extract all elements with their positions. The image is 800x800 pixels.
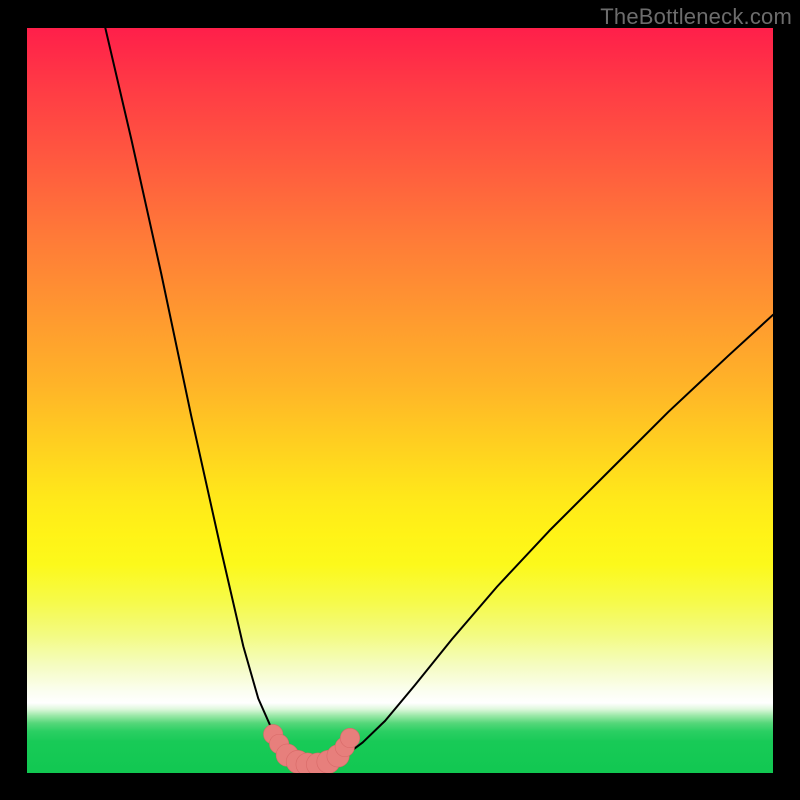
- chart-frame: TheBottleneck.com: [0, 0, 800, 800]
- heat-gradient-background: [27, 28, 773, 773]
- watermark-text: TheBottleneck.com: [600, 4, 792, 30]
- plot-area: [27, 28, 773, 773]
